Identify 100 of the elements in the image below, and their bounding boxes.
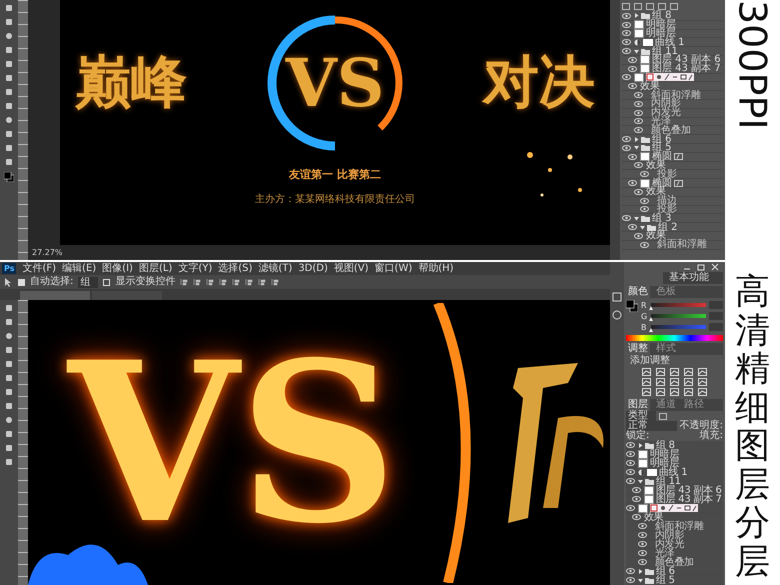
align-icon[interactable] <box>258 278 266 286</box>
menu-item[interactable]: 文字(Y) <box>178 262 212 274</box>
eye-icon[interactable] <box>628 83 637 90</box>
caret-icon[interactable] <box>634 216 639 221</box>
eye-icon[interactable] <box>622 48 631 54</box>
adjustment-icon[interactable] <box>642 378 651 386</box>
slider-thumb[interactable] <box>649 306 653 310</box>
eye-icon[interactable] <box>622 12 631 19</box>
menu-item[interactable]: 文件(F) <box>22 262 56 274</box>
effect-name[interactable]: 内阴影 <box>655 530 684 540</box>
align-icon[interactable] <box>206 278 214 286</box>
effects-label[interactable]: 效果 <box>646 160 666 170</box>
layer-name[interactable]: 组 5 <box>656 576 675 584</box>
adjustment-icon[interactable] <box>656 368 665 376</box>
blend-mode-dropdown[interactable]: 正常 <box>626 421 677 431</box>
adjustment-icon[interactable] <box>698 378 707 386</box>
caret-icon[interactable] <box>634 13 639 18</box>
eye-icon[interactable] <box>638 541 647 547</box>
layer-name[interactable]: 组 11 <box>656 476 681 486</box>
align-icon[interactable] <box>180 278 188 286</box>
eye-icon[interactable] <box>622 30 631 36</box>
panel-tab[interactable]: 路径 <box>682 399 706 411</box>
layer-name[interactable]: 组 8 <box>652 11 672 20</box>
eye-icon[interactable] <box>634 162 643 168</box>
target-dropdown[interactable]: 组 <box>78 276 98 288</box>
caret-icon[interactable] <box>634 145 639 150</box>
eye-icon[interactable] <box>640 171 649 178</box>
eye-icon[interactable] <box>634 100 643 107</box>
effect-name[interactable]: 光泽 <box>655 548 674 558</box>
eye-icon[interactable] <box>640 198 649 204</box>
eye-icon[interactable] <box>622 22 631 28</box>
effect-name[interactable]: 斜面和浮雕 <box>657 240 707 250</box>
adjustment-icon[interactable] <box>656 378 665 386</box>
adjustment-icon[interactable] <box>670 388 679 396</box>
menu-item[interactable]: 图层(L) <box>138 262 172 274</box>
layer-name[interactable]: 图层 43 副本 7 <box>652 64 721 74</box>
slider-thumb[interactable] <box>649 328 653 332</box>
align-icon[interactable] <box>232 278 240 286</box>
caret-icon[interactable] <box>634 136 639 142</box>
eye-icon[interactable] <box>626 460 635 466</box>
caret-icon[interactable] <box>634 48 639 54</box>
effect-name[interactable]: 颜色叠加 <box>655 558 694 566</box>
align-icon[interactable] <box>219 278 228 286</box>
eye-icon[interactable] <box>634 232 643 239</box>
style-toolbar-drawing[interactable] <box>650 504 698 512</box>
eye-icon[interactable] <box>622 144 631 151</box>
layer-name[interactable]: 明暗层 <box>650 458 680 468</box>
effects-label[interactable]: 效果 <box>640 82 660 91</box>
eye-icon[interactable] <box>638 523 647 529</box>
effect-name[interactable]: 内发光 <box>655 540 684 548</box>
eye-icon[interactable] <box>634 127 643 134</box>
eye-icon[interactable] <box>628 180 637 186</box>
caret-icon[interactable] <box>638 578 643 582</box>
layer-name[interactable]: 椭圆 <box>652 178 672 188</box>
menu-item[interactable]: 编辑(E) <box>62 262 96 274</box>
eye-icon[interactable] <box>638 550 647 556</box>
layer-name[interactable]: 椭圆 <box>652 152 672 162</box>
effects-badge-icon[interactable] <box>674 153 683 160</box>
eye-icon[interactable] <box>626 505 635 511</box>
adjustment-icon[interactable] <box>670 378 679 386</box>
layer-name[interactable]: 图层 43 副本 7 <box>656 494 722 504</box>
layer-name[interactable]: 图层 43 副本 6 <box>652 55 721 64</box>
caret-icon[interactable] <box>638 568 643 574</box>
color-swatch-icon[interactable] <box>626 300 638 312</box>
menu-item[interactable]: 窗口(W) <box>374 262 412 274</box>
layer-name[interactable]: 组 3 <box>652 214 672 223</box>
eye-icon[interactable] <box>622 74 631 80</box>
panel-tab[interactable]: 样式 <box>654 343 678 355</box>
eye-icon[interactable] <box>634 92 643 98</box>
adjustment-icon[interactable] <box>656 388 665 396</box>
panel-tab[interactable]: 通道 <box>654 399 678 411</box>
layer-name[interactable]: 组 6 <box>652 134 672 144</box>
effect-name[interactable]: 投影 <box>657 170 677 179</box>
checkbox[interactable] <box>18 278 25 286</box>
eye-icon[interactable] <box>638 532 647 538</box>
effect-name[interactable]: 光泽 <box>651 116 671 126</box>
eye-icon[interactable] <box>622 215 631 222</box>
adjustment-icon[interactable] <box>642 368 651 376</box>
panel-tab[interactable]: 颜色 <box>626 286 650 298</box>
restore-icon[interactable] <box>697 263 705 272</box>
layer-name[interactable]: 组 2 <box>658 222 678 232</box>
caret-icon[interactable] <box>640 224 645 230</box>
effects-label[interactable]: 效果 <box>646 231 666 240</box>
layer-name[interactable]: 明暗层 <box>650 450 680 458</box>
close-icon[interactable] <box>711 263 719 272</box>
eye-icon[interactable] <box>632 514 641 520</box>
effects-label[interactable]: 效果 <box>644 512 664 522</box>
eye-icon[interactable] <box>626 568 635 574</box>
adjustment-icon[interactable] <box>698 388 707 396</box>
layer-name[interactable]: 曲线 1 <box>659 468 688 476</box>
checkbox[interactable] <box>103 278 110 286</box>
panel-tab[interactable]: 调整 <box>626 343 650 355</box>
effect-name[interactable]: 内发光 <box>651 108 681 118</box>
adjustment-icon[interactable] <box>642 388 651 396</box>
eye-icon[interactable] <box>626 478 635 484</box>
eye-icon[interactable] <box>628 56 637 63</box>
layer-name[interactable]: 组 8 <box>656 440 675 450</box>
effect-name[interactable]: 投影 <box>657 204 677 214</box>
align-icon[interactable] <box>193 278 202 286</box>
layer-name[interactable]: 组 6 <box>656 566 675 576</box>
